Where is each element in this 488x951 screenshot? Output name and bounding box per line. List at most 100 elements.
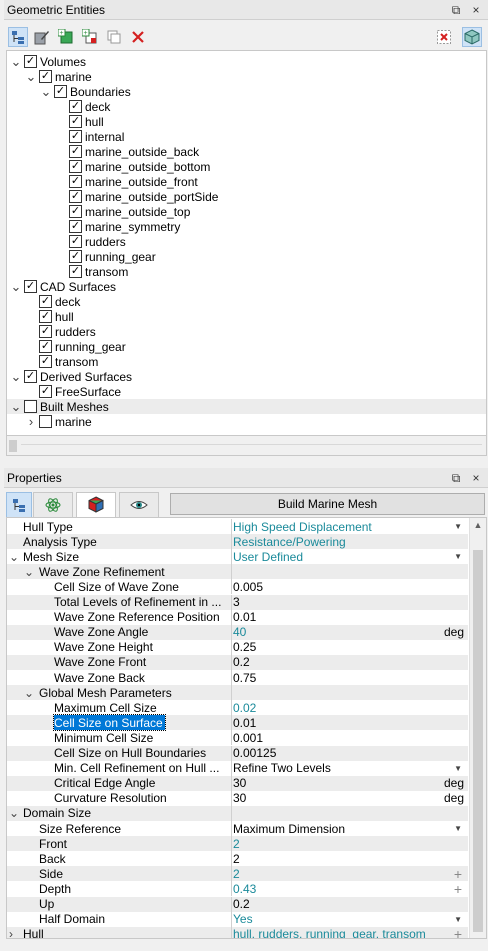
property-row[interactable]: Cell Size of Wave Zone 0.005 — [7, 579, 468, 595]
chevron-down-icon[interactable]: ⌄ — [24, 564, 34, 579]
property-row[interactable]: Side 2 + — [7, 866, 468, 882]
visibility-checkbox[interactable]: ✓ — [69, 190, 82, 203]
add-volume-icon[interactable]: + — [56, 27, 76, 47]
tree-horizontal-scrollbar[interactable] — [6, 436, 487, 456]
visibility-checkbox[interactable]: ✓ — [39, 310, 52, 323]
close-icon[interactable]: × — [470, 3, 482, 17]
dropdown-arrow-icon[interactable]: ▼ — [454, 761, 462, 776]
visibility-checkbox[interactable]: ✓ — [69, 100, 82, 113]
dropdown-arrow-icon[interactable]: ▼ — [454, 821, 462, 836]
visibility-checkbox[interactable]: ✓ — [39, 70, 52, 83]
property-value[interactable]: 0.43 — [233, 881, 468, 896]
property-row[interactable]: Back 2 — [7, 851, 468, 867]
chevron-down-icon[interactable]: ⌄ — [24, 685, 34, 700]
visibility-checkbox[interactable]: ✓ — [24, 370, 37, 383]
visibility-checkbox[interactable]: ✓ — [69, 130, 82, 143]
property-value[interactable]: 0.001 — [233, 730, 468, 745]
property-value[interactable]: 0.00125 — [233, 746, 468, 761]
tree-item[interactable]: ✓ hull — [7, 114, 486, 129]
tree-view-icon[interactable] — [8, 27, 28, 47]
scroll-up-arrow-icon[interactable]: ▲ — [470, 520, 486, 530]
tree-item[interactable]: ✓ marine_outside_portSide — [7, 189, 486, 204]
add-surface-icon[interactable]: + — [80, 27, 100, 47]
property-row[interactable]: Minimum Cell Size 0.001 — [7, 730, 468, 746]
tree-item[interactable]: ✓ running_gear — [7, 249, 486, 264]
tree-item[interactable]: ✓ hull — [7, 309, 486, 324]
property-row[interactable]: ⌄ Global Mesh Parameters — [7, 685, 468, 701]
float-icon[interactable]: ⧉ — [450, 471, 462, 485]
scroll-thumb[interactable] — [9, 440, 17, 452]
property-row[interactable]: Total Levels of Refinement in ... 3 — [7, 594, 468, 610]
scroll-thumb[interactable] — [473, 550, 483, 932]
tree-item[interactable]: ✓ rudders — [7, 234, 486, 249]
visibility-checkbox[interactable]: ✓ — [69, 265, 82, 278]
visibility-checkbox[interactable]: ✓ — [69, 115, 82, 128]
tree-item[interactable]: ⌄ ✓ marine — [7, 69, 486, 84]
visibility-checkbox[interactable] — [24, 400, 37, 413]
tree-item[interactable]: ✓ transom — [7, 264, 486, 279]
chevron-down-icon[interactable]: ⌄ — [11, 399, 22, 414]
property-value[interactable]: 0.2 — [233, 655, 468, 670]
visibility-checkbox[interactable]: ✓ — [69, 205, 82, 218]
property-row[interactable]: Wave Zone Reference Position 0.01 — [7, 609, 468, 625]
visibility-checkbox[interactable]: ✓ — [69, 220, 82, 233]
dropdown-arrow-icon[interactable]: ▼ — [454, 912, 462, 927]
close-icon[interactable]: × — [470, 471, 482, 485]
tree-item[interactable]: ✓ deck — [7, 294, 486, 309]
property-row[interactable]: Depth 0.43 + — [7, 881, 468, 897]
tree-item[interactable]: ✓ marine_outside_front — [7, 174, 486, 189]
visibility-checkbox[interactable]: ✓ — [69, 145, 82, 158]
visibility-checkbox[interactable] — [39, 415, 52, 428]
chevron-down-icon[interactable]: ⌄ — [9, 806, 19, 821]
visibility-checkbox[interactable]: ✓ — [39, 295, 52, 308]
tree-item[interactable]: ✓ running_gear — [7, 339, 486, 354]
plus-icon[interactable]: + — [454, 881, 462, 897]
property-value[interactable] — [233, 564, 468, 579]
chevron-down-icon[interactable]: ⌄ — [26, 69, 37, 84]
property-row[interactable]: Up 0.2 — [7, 896, 468, 912]
visibility-checkbox[interactable]: ✓ — [54, 85, 67, 98]
float-icon[interactable]: ⧉ — [450, 3, 462, 17]
property-row[interactable]: ⌄ Wave Zone Refinement — [7, 564, 468, 580]
property-row[interactable]: Critical Edge Angle 30 deg — [7, 775, 468, 791]
visibility-checkbox[interactable]: ✓ — [39, 355, 52, 368]
chevron-down-icon[interactable]: ⌄ — [9, 549, 19, 564]
property-value[interactable]: 0.25 — [233, 640, 468, 655]
visibility-checkbox[interactable]: ✓ — [69, 160, 82, 173]
property-row[interactable]: Cell Size on Surface 0.01 — [7, 714, 468, 732]
tree-item[interactable]: ✓ FreeSurface — [7, 384, 486, 399]
dropdown-arrow-icon[interactable]: ▼ — [454, 519, 462, 534]
tree-item[interactable]: ✓ deck — [7, 99, 486, 114]
property-row[interactable]: Cell Size on Hull Boundaries 0.00125 — [7, 745, 468, 761]
property-value[interactable]: 0.75 — [233, 670, 468, 685]
property-row[interactable]: Curvature Resolution 30 deg — [7, 790, 468, 806]
tab-geometry[interactable] — [76, 492, 116, 518]
property-value[interactable]: High Speed Displacement — [233, 519, 468, 534]
visibility-checkbox[interactable]: ✓ — [69, 250, 82, 263]
property-row[interactable]: Size Reference Maximum Dimension ▼ — [7, 821, 468, 836]
tree-item[interactable]: ✓ marine_symmetry — [7, 219, 486, 234]
property-value[interactable]: 0.01 — [233, 715, 468, 730]
tree-item[interactable]: › marine — [7, 414, 486, 429]
tree-item[interactable]: ✓ marine_outside_bottom — [7, 159, 486, 174]
delete-icon[interactable] — [128, 27, 148, 47]
tree-item[interactable]: ✓ rudders — [7, 324, 486, 339]
property-row[interactable]: Hull Type High Speed Displacement ▼ — [7, 519, 468, 534]
visibility-checkbox[interactable]: ✓ — [24, 55, 37, 68]
property-value[interactable]: Yes — [233, 912, 468, 927]
property-value[interactable]: 3 — [233, 595, 468, 610]
tree-item[interactable]: ✓ internal — [7, 129, 486, 144]
property-row[interactable]: Maximum Cell Size 0.02 — [7, 700, 468, 716]
property-row[interactable]: › Hull hull, rudders, running_gear, transo… — [7, 926, 468, 938]
visibility-checkbox[interactable]: ✓ — [24, 280, 37, 293]
property-value[interactable]: 0.2 — [233, 897, 468, 912]
tree-item[interactable]: ⌄ ✓ CAD Surfaces — [7, 279, 486, 294]
tab-tree-view[interactable] — [6, 492, 32, 518]
chevron-down-icon[interactable]: ⌄ — [11, 54, 22, 69]
properties-vertical-scrollbar[interactable]: ▲ — [469, 518, 486, 938]
property-value[interactable]: 30 — [233, 791, 468, 806]
tree-item[interactable]: ✓ marine_outside_back — [7, 144, 486, 159]
property-value[interactable]: 2 — [233, 836, 468, 851]
property-value[interactable]: 0.02 — [233, 700, 468, 715]
property-row[interactable]: Wave Zone Height 0.25 — [7, 639, 468, 655]
